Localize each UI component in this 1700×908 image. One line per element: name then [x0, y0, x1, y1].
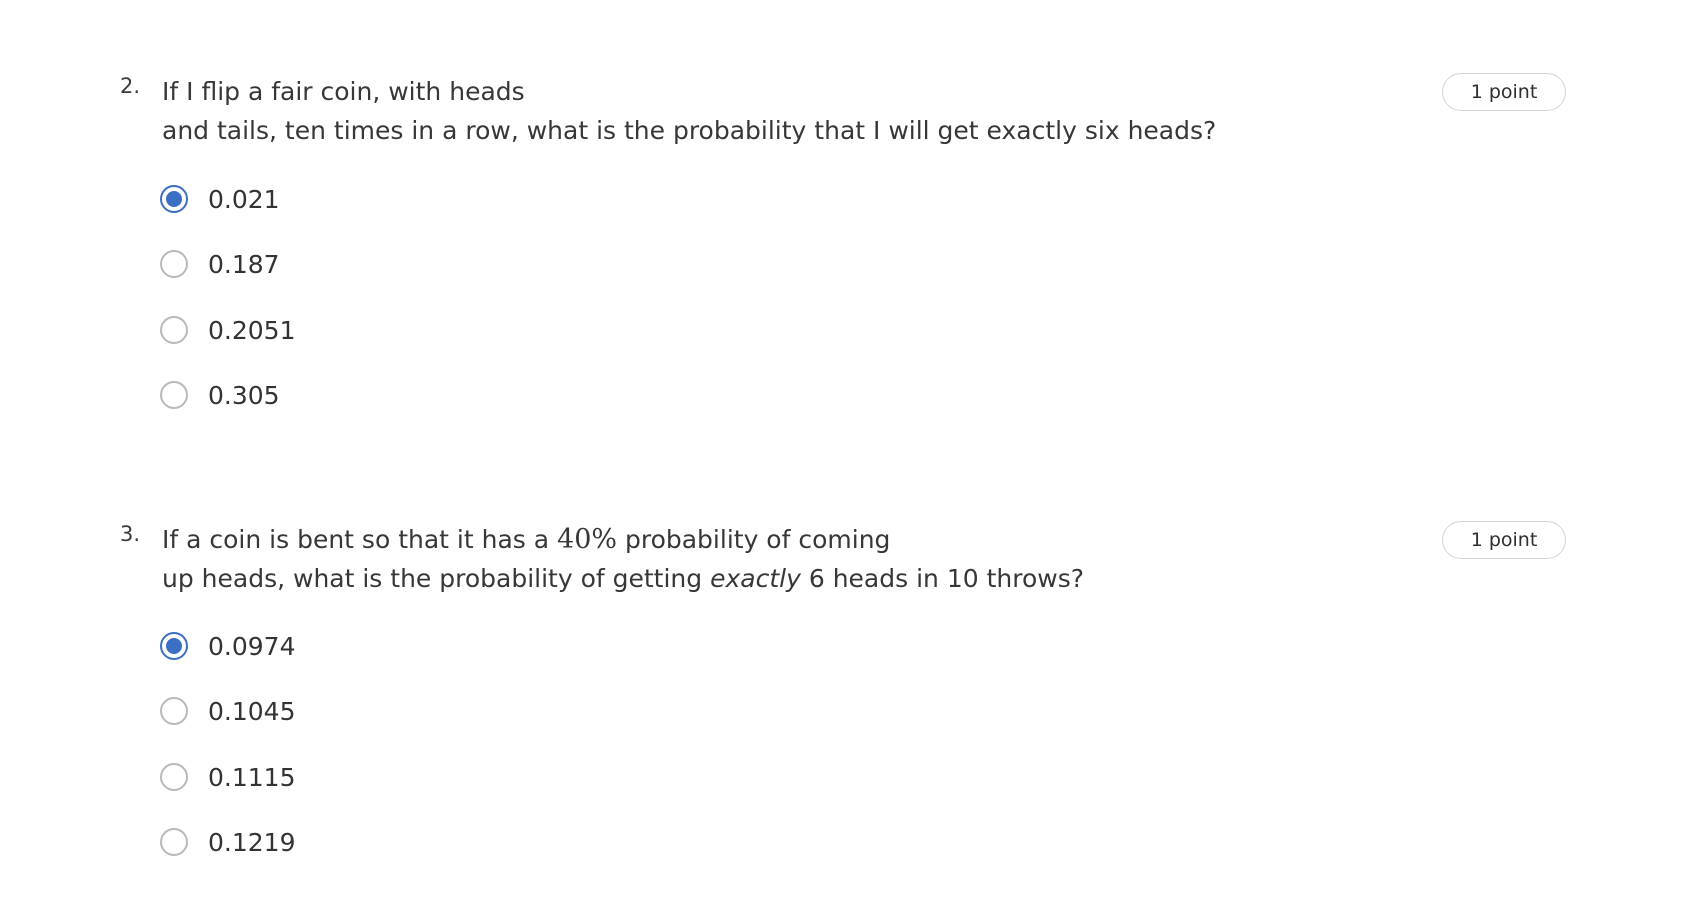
- answer-option[interactable]: 0.187: [160, 247, 280, 281]
- answer-option[interactable]: 0.1115: [160, 760, 295, 794]
- answer-option[interactable]: 0.021: [160, 182, 280, 216]
- answer-option[interactable]: 0.305: [160, 378, 280, 412]
- radio-button[interactable]: [160, 316, 188, 344]
- radio-button-selected[interactable]: [160, 185, 188, 213]
- answer-option-label: 0.1219: [208, 827, 296, 857]
- answer-option-label: 0.1115: [208, 762, 296, 792]
- radio-button[interactable]: [160, 763, 188, 791]
- question-text: If a coin is bent so that it has a 40% p…: [162, 520, 1382, 598]
- radio-button-selected[interactable]: [160, 632, 188, 660]
- points-badge: 1 point: [1442, 521, 1566, 559]
- question-text-part: 6 heads in 10 throws?: [800, 564, 1084, 593]
- answer-option-label: 0.305: [208, 380, 280, 410]
- answer-option[interactable]: 0.1219: [160, 825, 295, 859]
- answer-option[interactable]: 0.0974: [160, 629, 295, 663]
- question-text-line-2: and tails, ten times in a row, what is t…: [162, 116, 1217, 145]
- question-text-line-1: If I flip a fair coin, with heads: [162, 77, 525, 106]
- answer-option-label: 0.1045: [208, 696, 296, 726]
- radio-button[interactable]: [160, 697, 188, 725]
- question-number: 2.: [120, 74, 141, 98]
- radio-button[interactable]: [160, 250, 188, 278]
- question-text-line-1: If a coin is bent so that it has a 40% p…: [162, 520, 1382, 559]
- question-text-part: If a coin is bent so that it has a: [162, 525, 558, 554]
- points-badge: 1 point: [1442, 73, 1566, 111]
- math-expression: 40%: [557, 524, 618, 555]
- radio-button[interactable]: [160, 381, 188, 409]
- answer-option-label: 0.187: [208, 249, 280, 279]
- question-text-line-2: up heads, what is the probability of get…: [162, 559, 1382, 598]
- question-text: If I flip a fair coin, with heads and ta…: [162, 72, 1382, 150]
- question-number: 3.: [120, 522, 141, 546]
- radio-button[interactable]: [160, 828, 188, 856]
- answer-option[interactable]: 0.2051: [160, 313, 295, 347]
- question-text-part: up heads, what is the probability of get…: [162, 564, 711, 593]
- answer-option-label: 0.0974: [208, 631, 296, 661]
- answer-option-label: 0.2051: [208, 315, 296, 345]
- answer-option-label: 0.021: [208, 184, 280, 214]
- question-text-part: probability of coming: [617, 525, 891, 554]
- answer-option[interactable]: 0.1045: [160, 694, 295, 728]
- emphasized-text: exactly: [710, 564, 801, 593]
